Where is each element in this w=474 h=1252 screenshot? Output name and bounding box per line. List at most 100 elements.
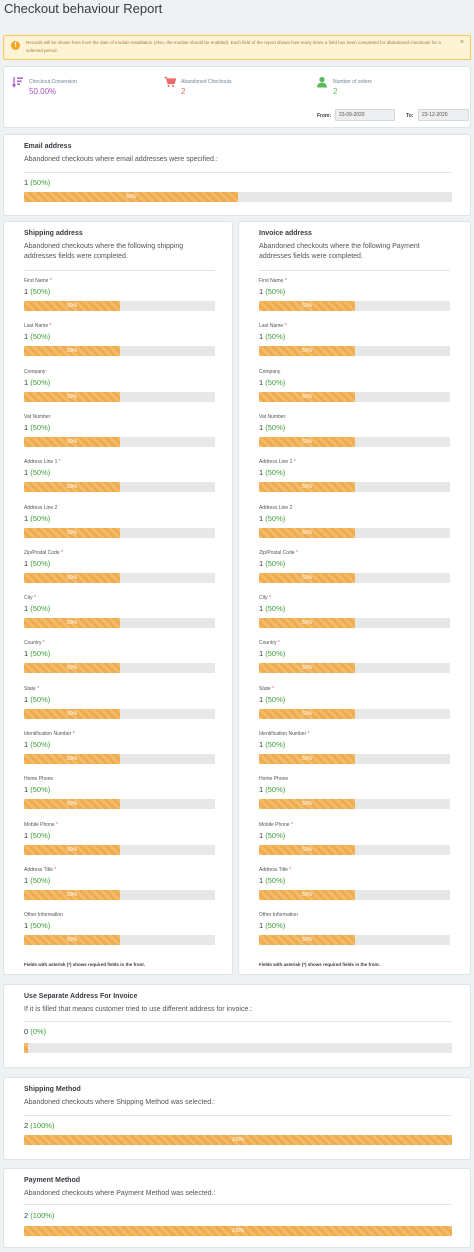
section-description: Abandoned checkouts where Shipping Metho… xyxy=(24,1099,216,1106)
field-name: Last Name * xyxy=(259,323,287,330)
progress-label: 50% xyxy=(301,891,312,898)
progress-bar: 50% xyxy=(259,527,450,538)
section-title: Shipping address xyxy=(24,230,83,237)
field-name: State * xyxy=(259,685,275,692)
kpi-value: 2 xyxy=(333,87,338,96)
progress-label: 50% xyxy=(66,484,77,491)
to-label: To: xyxy=(406,113,414,119)
progress-bar: 50% xyxy=(24,436,215,447)
field-name: Home Phone xyxy=(24,776,54,783)
invoice-address-panel: Invoice address Abandoned checkouts wher… xyxy=(238,221,471,975)
from-date-input[interactable]: 23-09-2020 xyxy=(335,109,395,121)
to-date-input[interactable]: 23-12-2020 xyxy=(418,109,469,121)
progress-label: 50% xyxy=(66,846,77,853)
progress-label: 50% xyxy=(301,303,312,309)
user-icon xyxy=(317,76,327,88)
field-name: Address Title * xyxy=(259,866,292,873)
field-name: State * xyxy=(24,685,40,692)
field-count: 1 (50%) xyxy=(24,875,51,885)
section-description: Abandoned checkouts where Payment Method… xyxy=(24,1190,216,1197)
progress-label: 50% xyxy=(301,438,312,445)
divider xyxy=(24,1204,452,1205)
field-count: 1 (50%) xyxy=(24,921,51,931)
section-description: If it is filled that means customer trie… xyxy=(24,1006,253,1013)
field-count: 1 (50%) xyxy=(24,694,51,704)
field-count: 1 (50%) xyxy=(24,649,51,659)
progress-bar: 50% xyxy=(24,527,215,538)
field-count: 1 (50%) xyxy=(259,649,286,659)
kpi-panel: Checkout Conversion 50.00% Abandoned Che… xyxy=(3,66,471,128)
field-count: 1 (50%) xyxy=(259,921,286,931)
section-title: Email address xyxy=(24,143,72,150)
kpi-value: 2 xyxy=(181,87,186,96)
field-count: 1 (50%) xyxy=(259,287,286,296)
required-asterisk: * xyxy=(289,866,292,873)
progress-bar: 50% xyxy=(24,618,215,629)
field-name: Last Name * xyxy=(24,323,52,330)
progress-bar: 50% xyxy=(24,708,215,719)
progress-bar: 50% xyxy=(24,346,215,357)
field-name: Vat Number xyxy=(259,413,286,420)
required-asterisk: * xyxy=(34,595,36,602)
field-count: 1 (50%) xyxy=(24,558,51,568)
progress-label: 50% xyxy=(66,393,77,400)
field-count: 1 (50%) xyxy=(259,377,286,387)
required-asterisk: * xyxy=(277,640,280,647)
shopping-cart-icon xyxy=(164,76,176,87)
field-name: Other Information xyxy=(259,912,298,919)
field-count: 1 (50%) xyxy=(24,422,51,432)
field-count: 1 (50%) xyxy=(24,377,51,387)
progress-label: 50% xyxy=(301,393,312,400)
field-count: 2 (100%) xyxy=(24,1211,55,1220)
required-asterisk: * xyxy=(49,323,52,330)
page-title: Checkout behaviour Report xyxy=(4,1,163,16)
progress-label: 50% xyxy=(66,665,77,672)
progress-bar: 50% xyxy=(24,935,215,946)
progress-label: 50% xyxy=(66,303,77,309)
progress-bar: 50% xyxy=(24,844,215,855)
field-count: 1 (50%) xyxy=(259,604,286,614)
field-name: Identification Number * xyxy=(24,731,75,737)
close-icon[interactable]: × xyxy=(460,39,464,46)
field-name: Mobile Phone * xyxy=(259,821,293,828)
field-count: 0 (0%) xyxy=(24,1027,47,1036)
field-name: Address Title * xyxy=(24,866,57,873)
field-name: Address Line 2 xyxy=(259,504,293,511)
progress-label: 50% xyxy=(66,756,77,762)
divider xyxy=(259,270,450,271)
shipping-address-panel: Shipping address Abandoned checkouts whe… xyxy=(3,221,233,975)
field-count: 1 (50%) xyxy=(24,740,51,749)
divider xyxy=(24,1115,452,1116)
required-asterisk: * xyxy=(37,685,40,692)
required-asterisk: * xyxy=(49,278,52,284)
field-name: Company xyxy=(259,368,281,375)
field-name: Home Phone xyxy=(259,776,289,783)
progress-bar: 50% xyxy=(24,799,215,810)
required-asterisk: * xyxy=(60,549,63,556)
field-count: 1 (50%) xyxy=(259,785,286,795)
field-count: 1 (50%) xyxy=(24,604,51,614)
progress-bar: 50% xyxy=(24,192,452,202)
payment-method-panel: Payment Method Abandoned checkouts where… xyxy=(3,1168,471,1248)
progress-bar: 50% xyxy=(259,618,450,629)
required-asterisk: * xyxy=(54,866,57,873)
progress-label: 50% xyxy=(301,484,312,491)
field-count: 1 (50%) xyxy=(259,468,286,478)
progress-label: 50% xyxy=(66,937,77,944)
section-description: Abandoned checkouts where the following … xyxy=(24,243,184,260)
field-count: 1 (50%) xyxy=(24,178,51,187)
field-count: 1 (50%) xyxy=(259,332,286,342)
field-count: 1 (50%) xyxy=(24,513,51,523)
field-name: First Name * xyxy=(24,278,52,284)
progress-label: 50% xyxy=(66,574,77,581)
divider xyxy=(24,270,215,271)
required-asterisk: * xyxy=(293,459,296,466)
progress-label: 50% xyxy=(66,438,77,445)
field-name: Identification Number * xyxy=(259,731,310,737)
field-name: Mobile Phone * xyxy=(24,821,58,828)
progress-bar: 100% xyxy=(24,1226,452,1236)
progress-bar: 50% xyxy=(259,708,450,719)
field-count: 1 (50%) xyxy=(259,558,286,568)
field-count: 1 (50%) xyxy=(24,785,51,795)
progress-bar: 50% xyxy=(259,754,450,764)
